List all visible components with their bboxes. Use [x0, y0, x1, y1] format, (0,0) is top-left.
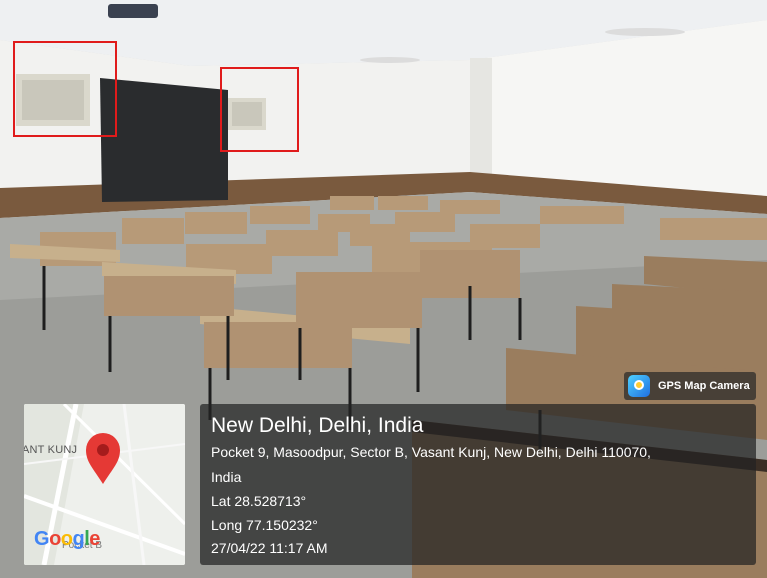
camera-pin-icon [628, 375, 650, 397]
google-logo: Google [34, 528, 100, 550]
location-info-panel: New Delhi, Delhi, India Pocket 9, Masood… [200, 404, 756, 565]
gps-map-camera-badge: GPS Map Camera [624, 372, 756, 400]
badge-label: GPS Map Camera [658, 380, 750, 392]
classroom-photo: GPS Map Camera ANT KUNJ Pocket B Google … [0, 0, 767, 578]
location-city: New Delhi, Delhi, India [211, 414, 424, 437]
location-map: ANT KUNJ Pocket B Google [24, 404, 185, 565]
projector-screen [100, 78, 228, 202]
longitude: Long 77.150232° [211, 517, 318, 533]
timestamp: 27/04/22 11:17 AM [211, 540, 328, 556]
address-line-1: Pocket 9, Masoodpur, Sector B, Vasant Ku… [211, 444, 651, 460]
latitude: Lat 28.528713° [211, 493, 307, 509]
address-line-2: India [211, 469, 242, 485]
